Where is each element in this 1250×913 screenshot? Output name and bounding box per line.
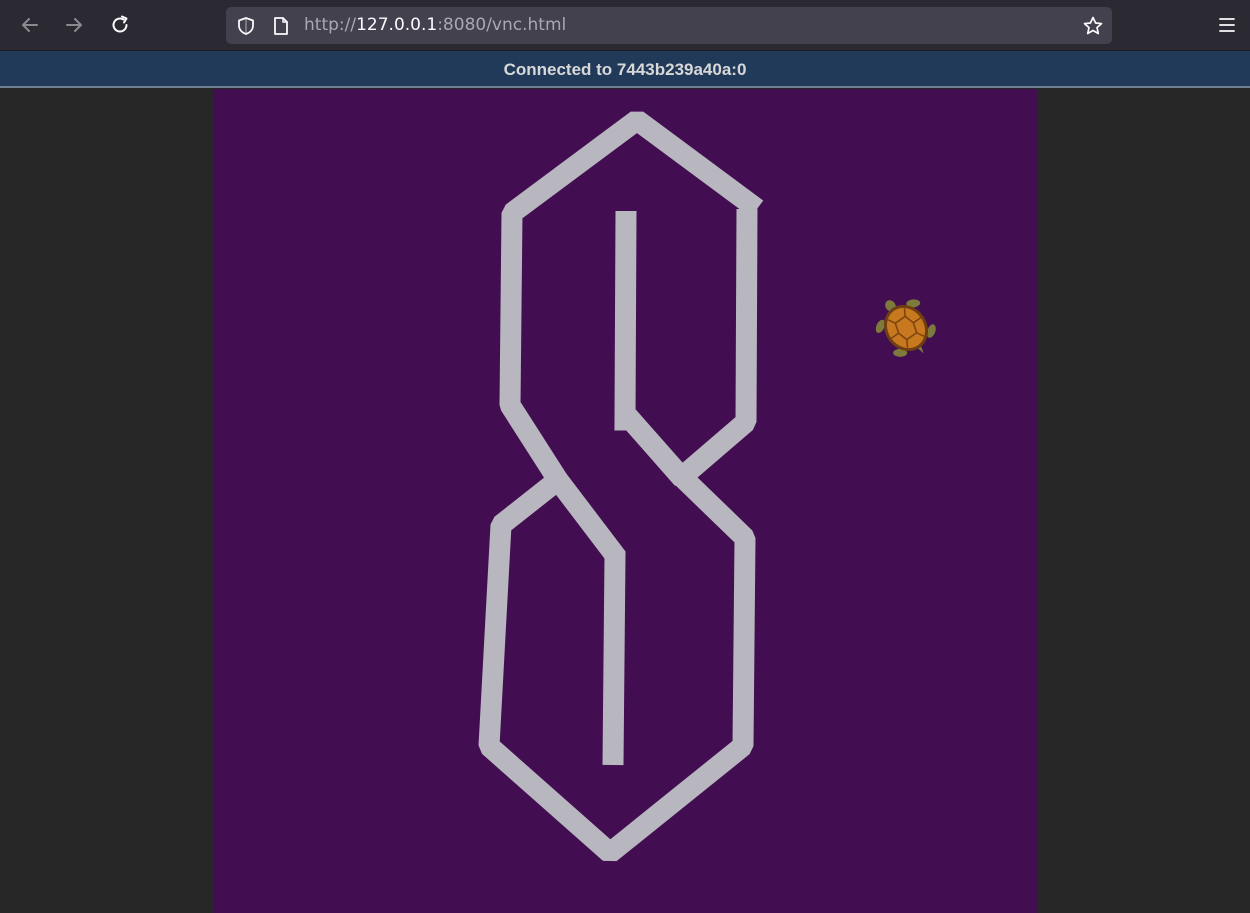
url-text[interactable]: http://127.0.0.1:8080/vnc.html [304,7,566,44]
drawing-inner-lower-path [549,473,626,766]
url-host: 127.0.0.1 [356,15,438,35]
forward-button[interactable] [57,8,91,42]
vnc-viewport[interactable] [0,89,1250,913]
reload-button[interactable] [103,8,137,42]
remote-desktop-canvas[interactable] [213,89,1037,913]
reload-icon [112,15,128,33]
page-icon[interactable] [272,16,290,36]
shield-icon[interactable] [236,16,256,36]
turtle-icon [875,299,936,357]
drawing-inner-path [614,210,691,486]
url-path: :8080/vnc.html [437,15,567,35]
forward-arrow-icon [66,18,82,32]
turtle-drawing [478,111,936,862]
url-bar[interactable]: http://127.0.0.1:8080/vnc.html [226,7,1112,44]
vnc-status-bar: Connected to 7443b239a40a:0 [0,51,1250,88]
back-arrow-icon [22,18,38,32]
star-icon[interactable] [1082,15,1104,37]
browser-toolbar: http://127.0.0.1:8080/vnc.html [0,0,1250,51]
connection-status-text: Connected to 7443b239a40a:0 [503,60,747,79]
hamburger-menu-icon [1219,18,1235,32]
app-menu-button[interactable] [1218,12,1236,42]
url-prefix: http:// [304,15,357,35]
back-button[interactable] [13,8,47,42]
